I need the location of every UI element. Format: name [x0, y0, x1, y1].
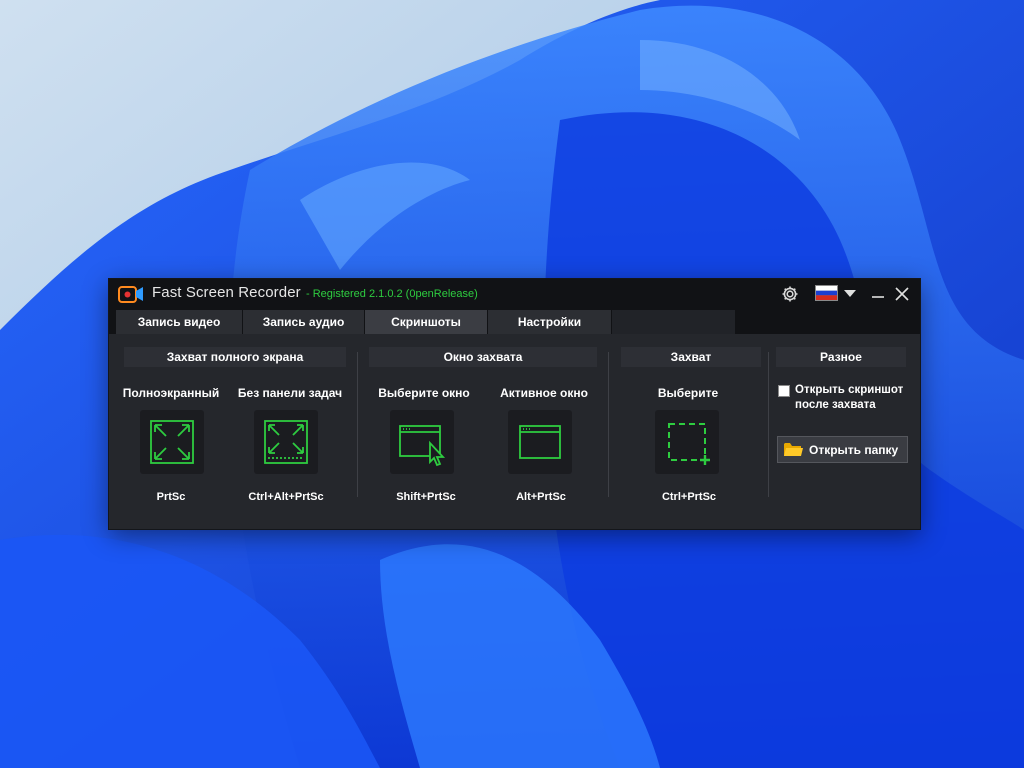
hotkey-label-select-window: Shift+PrtSc	[396, 491, 456, 503]
hotkey-label-no-taskbar: Ctrl+Alt+PrtSc	[248, 491, 324, 503]
option-label-region: Выберите	[657, 386, 719, 400]
app-logo-icon	[118, 286, 143, 303]
tab-bar: Запись видео Запись аудио Скриншоты Наст…	[109, 308, 920, 334]
hotkey-label-fullscreen: PrtSc	[156, 491, 186, 503]
chevron-down-icon[interactable]	[844, 290, 856, 298]
open-folder-label: Открыть папку	[809, 443, 899, 457]
open-after-capture-checkbox[interactable]	[778, 385, 790, 397]
tab-video-recording[interactable]: Запись видео	[116, 310, 242, 334]
window-select-icon	[399, 425, 446, 467]
close-icon[interactable]	[893, 285, 911, 303]
open-after-capture-label[interactable]: Открыть скриншот после захвата	[795, 383, 915, 413]
section-header-fullscreen: Захват полного экрана	[124, 347, 346, 367]
active-window-icon	[519, 425, 561, 459]
section-divider	[357, 352, 358, 497]
option-label-fullscreen: Полноэкранный	[122, 386, 220, 400]
option-label-no-taskbar: Без панели задач	[237, 386, 343, 400]
capture-active-window-button[interactable]	[508, 410, 572, 474]
registration-status: - Registered 2.1.0.2 (0penRelease)	[306, 288, 478, 300]
minimize-icon[interactable]	[869, 285, 887, 303]
capture-fullscreen-button[interactable]	[140, 410, 204, 474]
title-bar[interactable]: Fast Screen Recorder - Registered 2.1.0.…	[109, 279, 920, 308]
region-select-icon	[668, 423, 710, 465]
capture-no-taskbar-button[interactable]	[254, 410, 318, 474]
tab-screenshots[interactable]: Скриншоты	[365, 310, 487, 334]
option-label-select-window: Выберите окно	[378, 386, 470, 400]
hotkey-label-active-window: Alt+PrtSc	[516, 491, 566, 503]
tab-audio-recording[interactable]: Запись аудио	[243, 310, 364, 334]
section-header-misc: Разное	[776, 347, 906, 367]
fullscreen-expand-icon	[150, 420, 194, 464]
gear-icon[interactable]	[781, 285, 799, 303]
tab-settings[interactable]: Настройки	[488, 310, 611, 334]
tab-placeholder	[612, 310, 735, 334]
section-header-window: Окно захвата	[369, 347, 597, 367]
fullscreen-no-taskbar-icon	[264, 420, 308, 464]
option-label-active-window: Активное окно	[500, 386, 588, 400]
capture-region-button[interactable]	[655, 410, 719, 474]
section-divider	[768, 352, 769, 497]
fast-screen-recorder-window: Fast Screen Recorder - Registered 2.1.0.…	[109, 279, 920, 529]
section-divider	[608, 352, 609, 497]
russian-flag-icon[interactable]	[815, 285, 838, 301]
open-folder-button[interactable]: Открыть папку	[777, 436, 908, 463]
section-header-region: Захват	[621, 347, 761, 367]
capture-select-window-button[interactable]	[390, 410, 454, 474]
folder-icon	[784, 443, 803, 456]
hotkey-label-region: Ctrl+PrtSc	[661, 491, 717, 503]
app-title: Fast Screen Recorder	[152, 284, 301, 301]
